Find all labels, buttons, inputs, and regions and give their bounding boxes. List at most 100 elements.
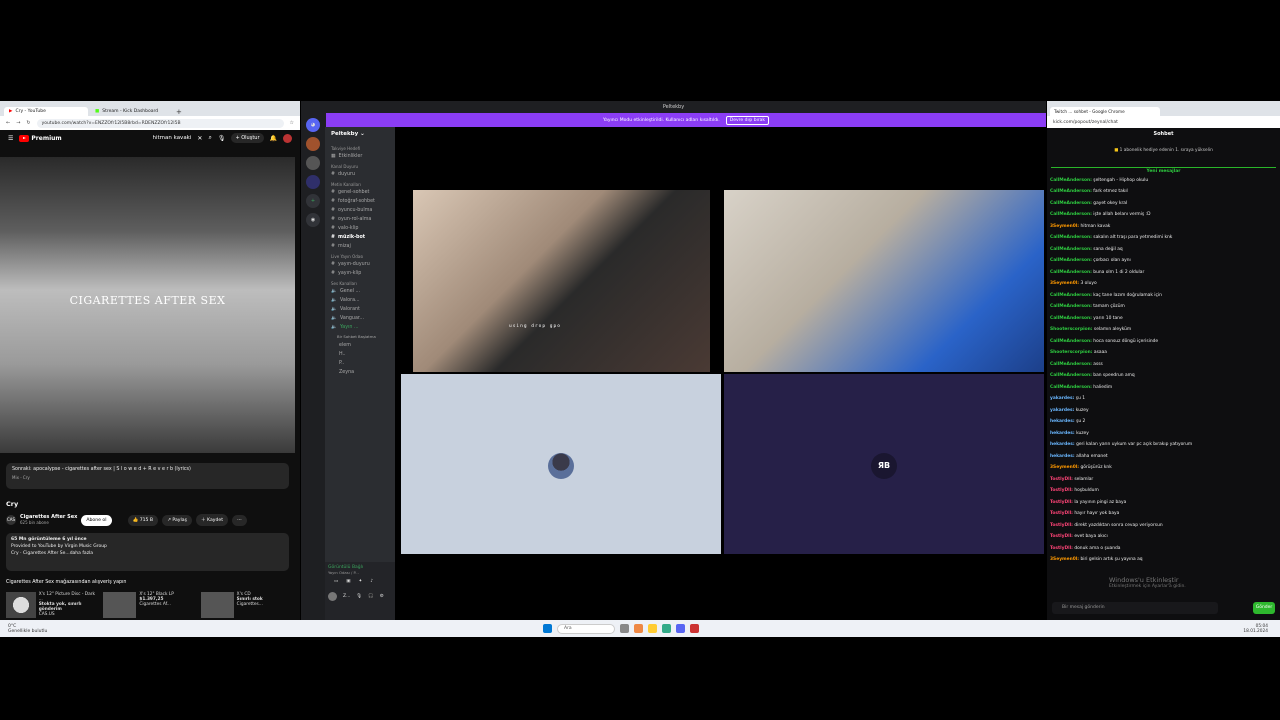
app-icon[interactable] [690,624,699,633]
voice-member[interactable]: H.. [325,350,395,359]
category-label[interactable]: Ses Kanalları [325,278,395,287]
category-label[interactable]: Kanal Duyuru [325,161,395,170]
save-button[interactable]: ＋ Kaydet [195,514,229,526]
server-icon[interactable] [306,175,320,189]
bell-icon[interactable]: 🔔 [270,135,277,142]
chat-username[interactable]: TostlyDll: [1050,511,1073,516]
product-card[interactable]: X's 12" Black LP $1.397,25 Cigarettes Af..… [103,592,196,618]
headphones-icon[interactable]: 🎧 [368,594,374,599]
chat-username[interactable]: CallMeAnderson: [1050,212,1092,217]
voice-channel[interactable]: 🔈 Valora... [325,296,395,305]
discord-home-icon[interactable]: ◕ [306,118,320,132]
explore-icon[interactable]: ◉ [306,213,320,227]
webcam-tile[interactable]: using drop gpo [413,190,710,372]
chat-username[interactable]: CallMeAnderson: [1050,235,1092,240]
camera-icon[interactable]: ▭ [334,579,338,584]
participant-tile[interactable] [401,374,721,554]
add-server-icon[interactable]: + [306,194,320,208]
chat-username[interactable]: hekardes: [1050,454,1075,459]
chat-username[interactable]: yakardes: [1050,408,1074,413]
chat-username[interactable]: yakardes: [1050,396,1074,401]
voice-member[interactable]: Zeyna [325,368,395,377]
server-name[interactable]: Peltekby ⌄ [325,127,395,143]
send-button[interactable]: Gönder [1253,602,1275,614]
voice-channel[interactable]: 🔈 Valorant [325,305,395,314]
clock[interactable]: 05:04 18.01.2024 [1243,624,1268,634]
voice-channel[interactable]: 🔈 Vanguar... [325,314,395,323]
chat-username[interactable]: CallMeAnderson: [1050,270,1092,275]
product-card[interactable]: X's 12" Picture Disc - Dark ... Stokta yo… [6,592,99,618]
gear-icon[interactable]: ⚙ [380,594,384,599]
subscribe-button[interactable]: Abone ol [81,514,112,526]
up-next-card[interactable]: Sonraki: apocalypse - cigarettes after s… [6,463,289,489]
chat-username[interactable]: TostlyDll: [1050,500,1073,505]
discord-icon[interactable] [676,624,685,633]
voice-channel[interactable]: 🔈 Genel ... [325,287,395,296]
chat-username[interactable]: CallMeAnderson: [1050,293,1092,298]
mic-icon[interactable]: 🎙 [218,135,226,142]
chat-username[interactable]: TostlyDll: [1050,546,1073,551]
avatar[interactable] [283,133,292,143]
voice-channel-active[interactable]: 🔈 Yayın ... [325,323,395,332]
product-card[interactable]: X's CD Sınırlı stok Cigarettes... [200,592,294,618]
chat-username[interactable]: CallMeAnderson: [1050,373,1092,378]
chat-username[interactable]: hekardes: [1050,442,1075,447]
chat-username[interactable]: TostlyDll: [1050,488,1073,493]
chat-username[interactable]: TostlyDll: [1050,523,1073,528]
chat-username[interactable]: CallMeAnderson: [1050,385,1092,390]
chat-username[interactable]: CallMeAnderson: [1050,178,1092,183]
username[interactable]: Z... [343,594,350,599]
webcam-tile[interactable] [724,190,1044,372]
chat-username[interactable]: 3Seymen0l: [1050,557,1079,562]
gift-banner[interactable]: ■ 1 abonelik hediye edenin 1. sıraya yük… [1047,140,1280,157]
chat-username[interactable]: CallMeAnderson: [1050,339,1092,344]
like-button[interactable]: 👍 715 B [127,514,159,526]
chat-username[interactable]: CallMeAnderson: [1050,316,1092,321]
tab-chat[interactable]: Twitch ... sohbet - Google Chrome [1050,107,1160,116]
chat-username[interactable]: TostlyDll: [1050,534,1073,539]
server-icon[interactable] [306,137,320,151]
chat-username[interactable]: hekardes: [1050,419,1075,424]
voice-member[interactable]: P.. [325,359,395,368]
boost-goal[interactable]: Takviye Hedefi [325,143,395,152]
url-field[interactable]: youtube.com/watch?v=ENZZOfr12I5B8rbd=RDE… [36,118,284,128]
channel-item[interactable]: # oyuncu-bulma [325,206,395,215]
category-label[interactable]: Metin Kanalları [325,179,395,188]
back-icon[interactable]: ← [6,120,10,126]
video-description[interactable]: 65 Mn görüntüleme 6 yıl önce Provided to… [6,533,289,571]
star-icon[interactable]: ☆ [290,120,294,126]
channel-item[interactable]: # mizaj [325,242,395,251]
taskbar-search[interactable]: Ara [557,623,615,634]
forward-icon[interactable]: → [16,120,20,126]
channel-item[interactable]: # yayın-klip [325,269,395,278]
chat-username[interactable]: hekardes: [1050,431,1075,436]
channel-item[interactable]: # valo-klip [325,224,395,233]
share-button[interactable]: ↗ Paylaş [162,514,192,526]
chat-username[interactable]: CallMeAnderson: [1050,304,1092,309]
chat-username[interactable]: CallMeAnderson: [1050,189,1092,194]
participant-tile[interactable]: ЯB [724,374,1044,554]
avatar[interactable] [328,592,337,601]
search-input[interactable]: hitman kavaki [152,135,191,141]
chrome-icon[interactable] [634,624,643,633]
chat-username[interactable]: CallMeAnderson: [1050,201,1092,206]
search-icon[interactable]: ⌕ [208,134,211,142]
start-icon[interactable] [543,624,552,633]
voice-member[interactable]: elem [325,341,395,350]
weather-widget[interactable]: 0°C Genellikle bulutlu [0,624,60,634]
chat-username[interactable]: Shooterscorpion: [1050,327,1093,332]
clear-search-icon[interactable]: ✕ [197,135,202,142]
youtube-logo[interactable]: Premium [19,134,62,142]
chat-username[interactable]: CallMeAnderson: [1050,247,1092,252]
task-view-icon[interactable] [620,624,629,633]
chat-username[interactable]: 3Seymen0l: [1050,224,1079,229]
category-label[interactable]: Live Yayın Odası [325,251,395,260]
folder-icon[interactable] [648,624,657,633]
video-player[interactable]: CIGARETTES AFTER SEX [0,157,295,453]
channel-avatar[interactable]: CAS [6,515,16,525]
chat-username[interactable]: CallMeAnderson: [1050,258,1092,263]
create-button[interactable]: + Oluştur [231,133,264,143]
chat-username[interactable]: TostlyDll: [1050,477,1073,482]
more-icon[interactable]: ⋯ [232,514,247,526]
chat-username[interactable]: CallMeAnderson: [1050,362,1092,367]
